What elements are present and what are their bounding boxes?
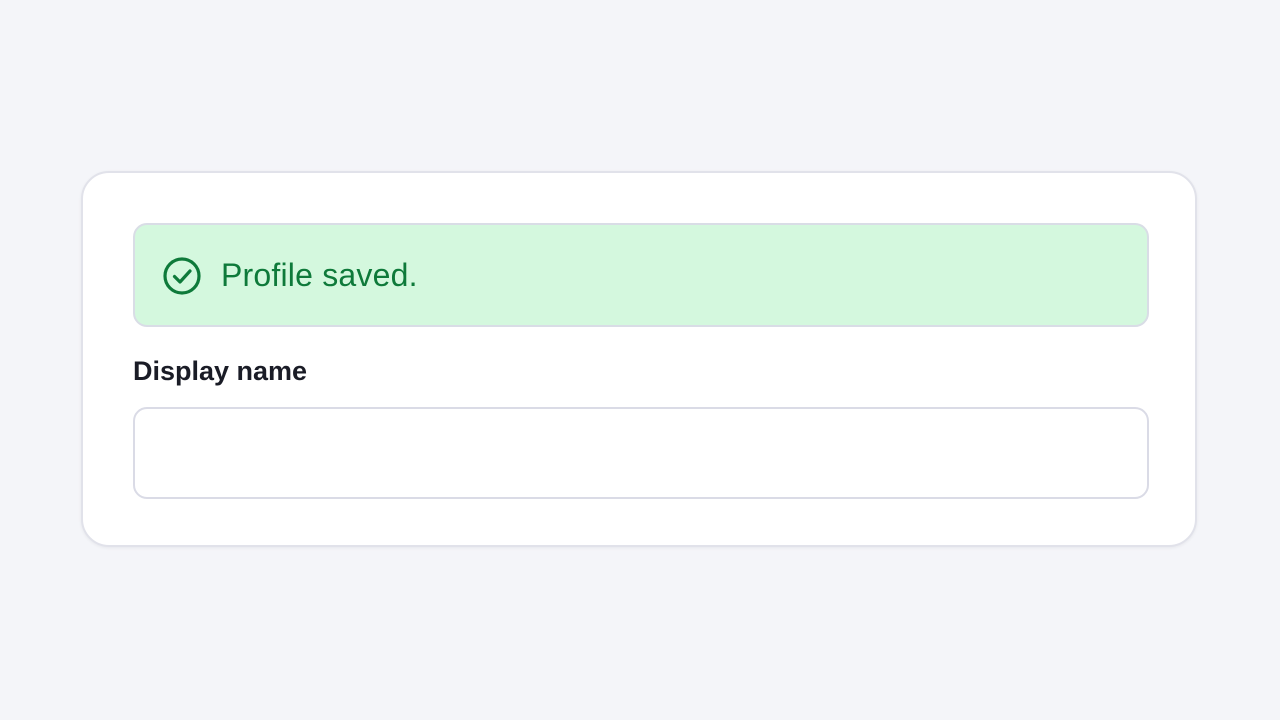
display-name-label: Display name: [133, 356, 308, 386]
success-toast: Profile saved.: [133, 223, 1149, 327]
profile-card: Profile saved. Display name: [81, 171, 1197, 547]
toast-message: Profile saved.: [221, 257, 418, 293]
check-circle-icon: [162, 256, 202, 296]
display-name-input[interactable]: [133, 407, 1149, 499]
